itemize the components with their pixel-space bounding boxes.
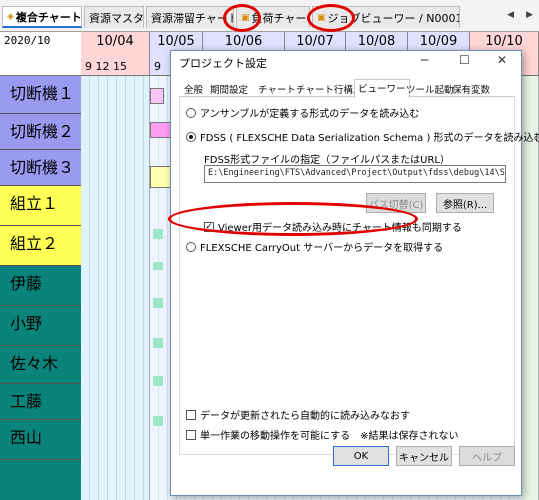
close-icon[interactable]: ✕ bbox=[497, 53, 507, 67]
tab-period[interactable]: 期間設定 bbox=[207, 81, 251, 97]
resource-row[interactable]: 西山 bbox=[0, 420, 81, 460]
option-label: FLEXSCHE CarryOut サーバーからデータを取得する bbox=[200, 243, 444, 254]
date-label: 10/05 bbox=[157, 34, 195, 49]
help-button[interactable]: ヘルプ bbox=[459, 446, 515, 466]
month-label: 2020/10 bbox=[0, 32, 81, 76]
chart-tab-bar: ◈ 複合チャート 資源マスタ 資源滞留チャート ▣ 負荷チャート ▣ ジョブビュ… bbox=[0, 0, 539, 32]
document-lock-icon: ▣ bbox=[317, 12, 326, 23]
cancel-button[interactable]: キャンセル bbox=[396, 446, 452, 466]
tab-scroll-left-icon[interactable]: ◀ bbox=[507, 10, 514, 20]
chart-icon: ◈ bbox=[7, 11, 14, 22]
tab-variables[interactable]: 保有変数 bbox=[449, 81, 493, 97]
tab-scroll-arrows: ◀ ▶ bbox=[507, 10, 533, 20]
fdss-path-label: FDSS形式ファイルの指定（ファイルパスまたはURL） bbox=[204, 155, 450, 166]
fdss-format-option[interactable]: FDSS ( FLEXSCHE Data Serialization Schem… bbox=[186, 129, 539, 144]
date-label: 10/08 bbox=[357, 34, 396, 49]
resource-row[interactable]: 組立１ bbox=[0, 186, 81, 226]
day-column bbox=[81, 76, 150, 500]
single-move-option[interactable]: 単一作業の移動操作を可能にする ※結果は保存されない bbox=[186, 427, 458, 442]
tab-composite-chart[interactable]: ◈ 複合チャート bbox=[2, 6, 82, 28]
date-label: 10/06 bbox=[224, 34, 263, 49]
addon-format-option[interactable]: アンサンブルが定義する形式のデータを読み込む bbox=[186, 105, 419, 120]
resource-row[interactable]: 切断機２ bbox=[0, 114, 81, 150]
minimize-icon[interactable]: ─ bbox=[421, 53, 428, 67]
date-label: 10/10 bbox=[485, 34, 523, 49]
resource-row[interactable]: 組立２ bbox=[0, 226, 81, 266]
carryout-option[interactable]: FLEXSCHE CarryOut サーバーからデータを取得する bbox=[186, 239, 443, 254]
option-label: データが更新されたら自動的に読み込みなおす bbox=[200, 411, 410, 422]
task-bar[interactable] bbox=[153, 376, 163, 386]
option-label: 単一作業の移動操作を可能にする ※結果は保存されない bbox=[200, 431, 459, 442]
tab-resource-stay-chart[interactable]: 資源滞留チャート bbox=[146, 6, 234, 28]
option-label: アンサンブルが定義する形式のデータを読み込む bbox=[200, 109, 420, 120]
task-bar[interactable] bbox=[153, 262, 163, 270]
ok-button[interactable]: OK bbox=[333, 446, 389, 466]
hour-ticks: 9 bbox=[154, 60, 161, 73]
task-bar[interactable] bbox=[150, 122, 172, 138]
date-label: 10/04 bbox=[96, 34, 134, 49]
option-label: FDSS ( FLEXSCHE Data Serialization Schem… bbox=[200, 133, 539, 144]
checkbox[interactable] bbox=[186, 409, 196, 420]
resource-column: 2020/10 切断機１ 切断機２ 切断機３ 組立１ 組立２ 伊藤 小野 佐々木… bbox=[0, 32, 81, 500]
resource-row[interactable]: 佐々木 bbox=[0, 346, 81, 384]
option-label: Viewer用データ読み込み時にチャート情報も同期する bbox=[218, 223, 462, 234]
maximize-icon[interactable]: ☐ bbox=[459, 53, 470, 67]
tab-label: 資源マスタ bbox=[89, 11, 144, 25]
browse-button[interactable]: 参照(R)... bbox=[436, 193, 494, 213]
radio-button[interactable] bbox=[186, 241, 196, 252]
resource-row[interactable]: 小野 bbox=[0, 306, 81, 346]
viewer-settings-panel: アンサンブルが定義する形式のデータを読み込む FDSS ( FLEXSCHE D… bbox=[179, 97, 539, 455]
tab-viewer[interactable]: ビューワー bbox=[354, 79, 410, 98]
checkbox[interactable]: ✓ bbox=[204, 221, 214, 232]
checkbox[interactable] bbox=[186, 429, 196, 440]
task-bar[interactable] bbox=[150, 166, 172, 188]
hour-ticks: 9 12 15 bbox=[85, 60, 127, 73]
tab-job-viewer[interactable]: ▣ ジョブビューワー / N0001 bbox=[312, 6, 460, 28]
task-bar[interactable] bbox=[150, 88, 164, 104]
task-bar[interactable] bbox=[153, 338, 163, 348]
task-bar[interactable] bbox=[153, 229, 163, 239]
document-lock-icon: ▣ bbox=[241, 12, 250, 23]
tab-resource-master[interactable]: 資源マスタ bbox=[84, 6, 144, 28]
date-label: 10/07 bbox=[296, 34, 334, 49]
tab-load-chart[interactable]: ▣ 負荷チャート bbox=[236, 6, 310, 28]
resource-row[interactable]: 工藤 bbox=[0, 384, 81, 420]
radio-button[interactable] bbox=[186, 107, 196, 118]
tab-scroll-right-icon[interactable]: ▶ bbox=[526, 10, 533, 20]
date-header: 10/04 9 12 15 bbox=[81, 32, 150, 76]
auto-reload-option[interactable]: データが更新されたら自動的に読み込みなおす bbox=[186, 407, 410, 422]
fdss-path-field[interactable]: E:\Engineering\FTS\Advanced\Project\Outp… bbox=[204, 165, 506, 183]
task-bar[interactable] bbox=[153, 416, 163, 426]
project-settings-dialog: プロジェクト設定 ─ ☐ ✕ 全般 期間設定 チャート チャート行構成 ビューワ… bbox=[170, 50, 539, 496]
dialog-tabs: 全般 期間設定 チャート チャート行構成 ビューワー ツール起動 保有変数 bbox=[179, 79, 515, 98]
resource-row[interactable]: 切断機１ bbox=[0, 76, 81, 114]
tab-label: ジョブビューワー / N0001 bbox=[327, 11, 460, 25]
date-label: 10/09 bbox=[419, 34, 458, 49]
resource-row[interactable]: 切断機３ bbox=[0, 150, 81, 186]
resource-row bbox=[0, 460, 81, 500]
radio-button[interactable] bbox=[186, 131, 196, 142]
task-bar[interactable] bbox=[153, 298, 163, 308]
viewer-sync-option[interactable]: ✓ Viewer用データ読み込み時にチャート情報も同期する bbox=[204, 219, 462, 234]
tab-label: 負荷チャート bbox=[251, 11, 309, 25]
path-switch-button[interactable]: パス切替(C) bbox=[366, 193, 426, 213]
tab-label: 複合チャート bbox=[15, 10, 82, 24]
resource-row[interactable]: 伊藤 bbox=[0, 266, 81, 306]
tab-general[interactable]: 全般 bbox=[181, 81, 206, 97]
tab-label: 資源滞留チャート bbox=[151, 11, 234, 25]
